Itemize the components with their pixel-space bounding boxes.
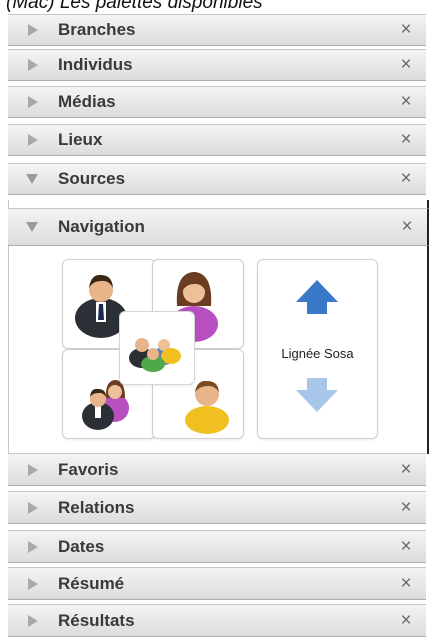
close-icon[interactable]: ×	[394, 129, 418, 151]
close-icon[interactable]: ×	[394, 91, 418, 113]
palette-lieux[interactable]: Lieux ×	[8, 124, 426, 156]
close-icon[interactable]: ×	[394, 497, 418, 519]
palette-label: Navigation	[58, 217, 145, 236]
close-icon[interactable]: ×	[395, 216, 419, 238]
close-icon[interactable]: ×	[394, 610, 418, 632]
palette-label: Résultats	[58, 610, 135, 630]
palette-label: Dates	[58, 536, 105, 556]
expand-triangle-icon[interactable]	[28, 24, 38, 36]
expand-triangle-icon[interactable]	[28, 59, 38, 71]
collapse-triangle-icon[interactable]	[26, 174, 38, 184]
palette-resume[interactable]: Résumé ×	[8, 567, 426, 600]
family-center-card[interactable]	[119, 311, 195, 385]
palette-sources[interactable]: Sources ×	[8, 163, 426, 195]
close-icon[interactable]: ×	[394, 168, 418, 190]
expand-triangle-icon[interactable]	[28, 501, 38, 514]
page-caption: (Mac) Les palettes disponibles	[6, 0, 263, 13]
arrow-down-icon	[296, 378, 338, 412]
family-group-icon	[129, 338, 181, 372]
palette-favoris[interactable]: Favoris ×	[8, 453, 426, 486]
palette-navigation[interactable]: Navigation ×	[8, 208, 429, 246]
palette-label: Individus	[58, 55, 133, 74]
palette-label: Favoris	[58, 459, 119, 479]
expand-triangle-icon[interactable]	[28, 540, 38, 553]
expand-triangle-icon[interactable]	[28, 463, 38, 476]
expand-triangle-icon[interactable]	[28, 96, 38, 108]
palette-label: Relations	[58, 497, 135, 517]
palette-label: Lieux	[58, 130, 103, 149]
palette-label: Médias	[58, 92, 116, 111]
sosa-lineage-card[interactable]: Lignée Sosa	[257, 259, 378, 439]
collapse-triangle-icon[interactable]	[26, 222, 38, 232]
expand-triangle-icon[interactable]	[28, 134, 38, 146]
palette-dates[interactable]: Dates ×	[8, 530, 426, 563]
sosa-label: Lignée Sosa	[281, 346, 354, 361]
close-icon[interactable]: ×	[394, 536, 418, 558]
close-icon[interactable]: ×	[394, 573, 418, 595]
close-icon[interactable]: ×	[394, 54, 418, 76]
close-icon[interactable]: ×	[394, 459, 418, 481]
palette-label: Résumé	[58, 573, 125, 593]
palette-branches[interactable]: Branches ×	[8, 14, 426, 46]
palette-resultats[interactable]: Résultats ×	[8, 604, 426, 637]
palette-label: Branches	[58, 20, 136, 39]
palette-medias[interactable]: Médias ×	[8, 86, 426, 118]
expand-triangle-icon[interactable]	[28, 577, 38, 590]
arrow-up-icon	[296, 280, 338, 314]
palette-label: Sources	[58, 169, 126, 188]
expand-triangle-icon[interactable]	[28, 614, 38, 627]
palette-relations[interactable]: Relations ×	[8, 491, 426, 524]
close-icon[interactable]: ×	[394, 19, 418, 41]
palette-individus[interactable]: Individus ×	[8, 49, 426, 81]
